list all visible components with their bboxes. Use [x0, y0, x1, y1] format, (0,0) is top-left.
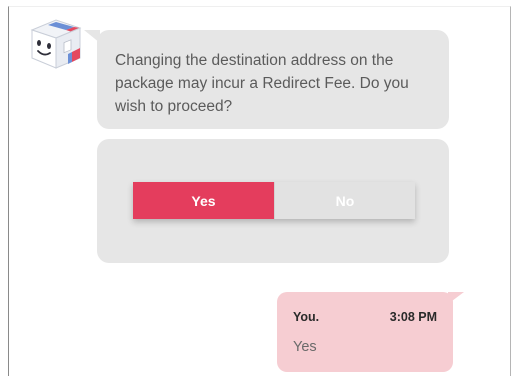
user-message-text: Yes [293, 339, 317, 355]
user-message-time: 3:08 PM [389, 310, 437, 324]
package-box-mascot-icon [26, 14, 82, 70]
choice-card: Yes No [97, 139, 449, 263]
yes-button[interactable]: Yes [133, 182, 274, 219]
bot-message-text: Changing the destination address on the … [115, 52, 409, 115]
yes-no-button-group: Yes No [133, 182, 415, 219]
no-button[interactable]: No [274, 182, 415, 219]
user-sender-name: You. [293, 310, 320, 324]
bot-message-bubble: Changing the destination address on the … [97, 30, 449, 129]
user-message-header: You. 3:08 PM [293, 310, 437, 324]
user-message-bubble: You. 3:08 PM Yes [277, 292, 453, 372]
